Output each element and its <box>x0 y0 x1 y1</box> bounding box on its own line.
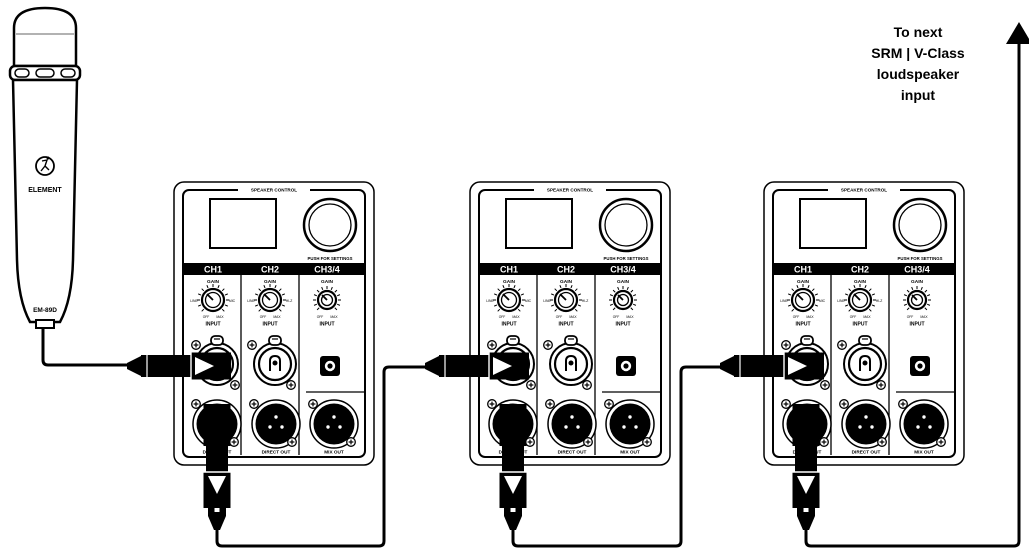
encoder-caption: PUSH FOR SETTINGS <box>898 256 943 261</box>
channel-label-3: CH3/4 <box>904 265 930 275</box>
max-label: MAX <box>216 315 224 319</box>
off-label: OFF <box>317 315 324 319</box>
off-label: OFF <box>907 315 914 319</box>
mic-label: MIC <box>229 299 236 303</box>
panel-header: SPEAKER CONTROL <box>547 188 593 193</box>
lcd-display <box>505 198 573 249</box>
ch3-4-quarter-inch-jack[interactable] <box>320 356 340 376</box>
input-label-3: INPUT <box>320 322 335 328</box>
max-label: MAX <box>806 315 814 319</box>
ch3-4-quarter-inch-jack[interactable] <box>616 356 636 376</box>
max-label: MAX <box>569 315 577 319</box>
mic-ring <box>8 64 82 82</box>
mic-label: MIC <box>819 299 826 303</box>
line-label: LINE <box>486 299 494 303</box>
settings-encoder-knob[interactable] <box>892 197 948 253</box>
link-cable-2-xlr-plug <box>720 352 824 380</box>
mic-grille <box>12 6 78 68</box>
channel-label-3: CH3/4 <box>314 265 340 275</box>
link-cable-1-xlr-plug <box>425 352 529 380</box>
annotation-line-4: input <box>900 87 936 103</box>
mic-model: EM-89D <box>33 307 57 314</box>
off-label: OFF <box>613 315 620 319</box>
hiz-label: HI-Z <box>582 299 589 303</box>
off-label: OFF <box>260 315 267 319</box>
mix-out-label: MIX OUT <box>324 450 344 455</box>
panel-header: SPEAKER CONTROL <box>251 188 297 193</box>
annotation-line-3: loudspeaker <box>876 66 960 82</box>
lcd-display <box>799 198 867 249</box>
max-label: MAX <box>920 315 928 319</box>
channel-label-2: CH2 <box>851 265 869 275</box>
annotation-line-1: To next <box>893 24 943 40</box>
input-label-3: INPUT <box>616 322 631 328</box>
lcd-display <box>209 198 277 249</box>
ch3-4-quarter-inch-jack[interactable] <box>910 356 930 376</box>
line-label: LINE <box>543 299 551 303</box>
mic-label: MIC <box>525 299 532 303</box>
mic-cable <box>41 328 140 367</box>
gain-label-3: GAIN <box>321 279 334 285</box>
settings-encoder-knob[interactable] <box>302 197 358 253</box>
input-label-3: INPUT <box>910 322 925 328</box>
input-label-1: INPUT <box>796 322 811 328</box>
line-label: LINE <box>190 299 198 303</box>
line-label: LINE <box>247 299 255 303</box>
mic-body <box>11 78 79 324</box>
encoder-caption: PUSH FOR SETTINGS <box>604 256 649 261</box>
gain-label-3: GAIN <box>911 279 924 285</box>
direct-out-label-2: DIRECT OUT <box>852 450 881 455</box>
input-label-1: INPUT <box>502 322 517 328</box>
input-label-2: INPUT <box>853 322 868 328</box>
gain-label-3: GAIN <box>617 279 630 285</box>
off-label: OFF <box>203 315 210 319</box>
off-label: OFF <box>556 315 563 319</box>
panel-header: SPEAKER CONTROL <box>841 188 887 193</box>
max-label: MAX <box>273 315 281 319</box>
panel1-output-xlr-plug <box>203 404 231 530</box>
encoder-caption: PUSH FOR SETTINGS <box>308 256 353 261</box>
microphone: ELEMENT EM-89D <box>8 6 82 329</box>
max-label: MAX <box>512 315 520 319</box>
mix-out-label: MIX OUT <box>620 450 640 455</box>
channel-label-1: CH1 <box>794 265 812 275</box>
channel-label-3: CH3/4 <box>610 265 636 275</box>
up-arrow-icon <box>1006 22 1029 44</box>
settings-encoder-knob[interactable] <box>598 197 654 253</box>
direct-out-label-2: DIRECT OUT <box>262 450 291 455</box>
max-label: MAX <box>626 315 634 319</box>
next-speaker-annotation: To next SRM | V-Class loudspeaker input <box>858 22 978 106</box>
direct-out-label-2: DIRECT OUT <box>558 450 587 455</box>
channel-label-1: CH1 <box>500 265 518 275</box>
off-label: OFF <box>793 315 800 319</box>
mic-cable-xlr-plug <box>127 352 231 380</box>
input-label-1: INPUT <box>206 322 221 328</box>
input-label-2: INPUT <box>559 322 574 328</box>
max-label: MAX <box>330 315 338 319</box>
off-label: OFF <box>850 315 857 319</box>
line-label: LINE <box>780 299 788 303</box>
mix-out-label: MIX OUT <box>914 450 934 455</box>
hiz-label: HI-Z <box>876 299 883 303</box>
mic-brand: ELEMENT <box>28 187 62 194</box>
annotation-line-2: SRM | V-Class <box>871 45 965 61</box>
speaker-panels: SPEAKER CONTROL PUSH FOR SETTINGS CH1 CH2 CH… <box>173 181 965 466</box>
max-label: MAX <box>863 315 871 319</box>
line-label: LINE <box>837 299 845 303</box>
off-label: OFF <box>499 315 506 319</box>
hiz-label: HI-Z <box>286 299 293 303</box>
input-label-2: INPUT <box>263 322 278 328</box>
panel2-output-xlr-plug <box>499 404 527 530</box>
channel-label-2: CH2 <box>557 265 575 275</box>
channel-label-2: CH2 <box>261 265 279 275</box>
channel-label-1: CH1 <box>204 265 222 275</box>
panel3-output-xlr-plug <box>792 404 820 530</box>
